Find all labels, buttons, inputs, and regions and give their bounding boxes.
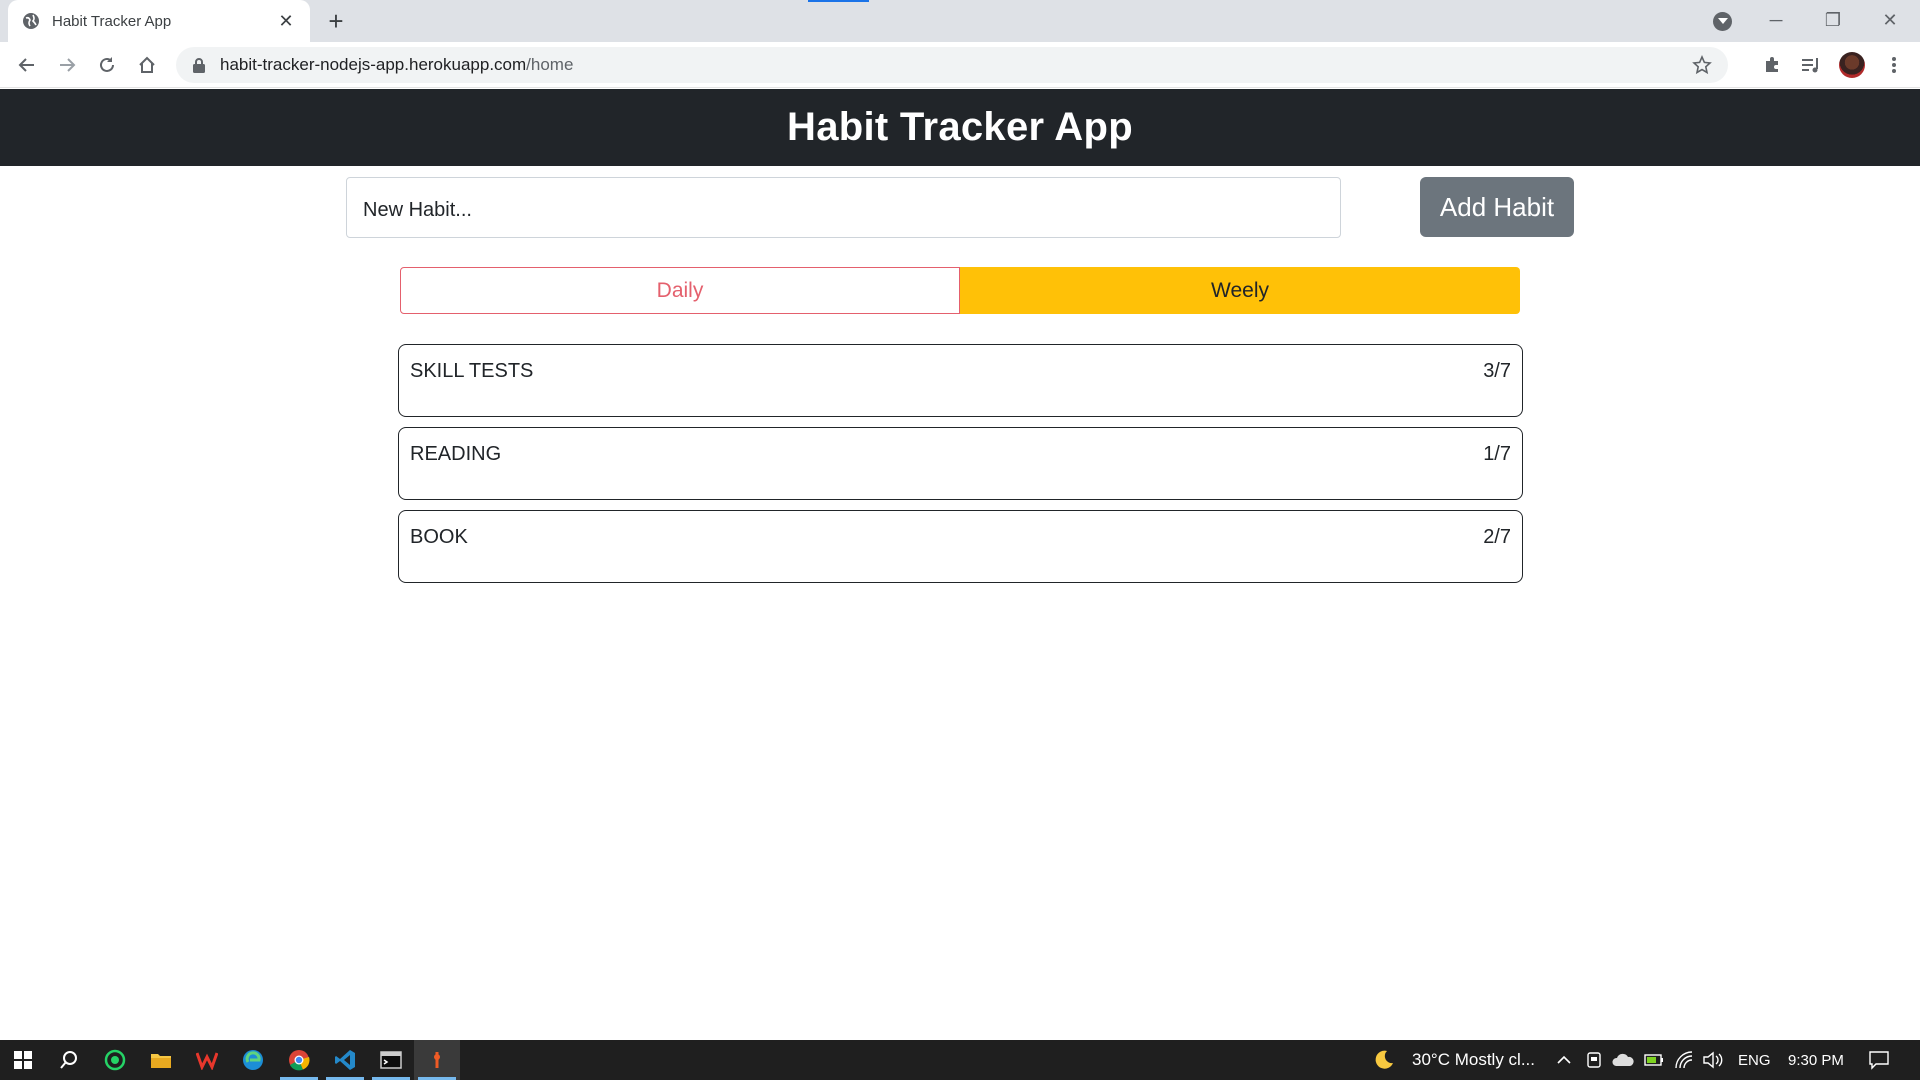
add-habit-button[interactable]: Add Habit (1420, 177, 1574, 237)
volume-icon[interactable] (1702, 1051, 1724, 1069)
media-control-button[interactable] (1797, 51, 1825, 79)
taskbar-whatsapp[interactable] (92, 1040, 138, 1080)
arrow-left-icon (18, 58, 34, 72)
home-icon (139, 56, 155, 73)
weather-text[interactable]: 30°C Mostly cl... (1412, 1050, 1535, 1070)
meet-now-icon[interactable] (1586, 1051, 1602, 1069)
edge-icon (243, 1050, 263, 1070)
habit-name: READING (410, 443, 502, 465)
habit-count: 3/7 (1483, 360, 1511, 382)
playlist-music-icon (1802, 58, 1818, 73)
new-tab-button[interactable]: + (322, 7, 350, 35)
notification-center-icon[interactable] (1868, 1050, 1890, 1070)
reload-button[interactable] (93, 51, 121, 79)
whatsapp-icon (104, 1049, 126, 1071)
extensions-button[interactable] (1758, 51, 1786, 79)
weather-moon-icon (1375, 1050, 1393, 1069)
taskbar-terminal[interactable] (368, 1040, 414, 1080)
url-host: habit-tracker-nodejs-app.herokuapp.com (220, 55, 527, 74)
habit-name: BOOK (410, 526, 468, 548)
windows-start-icon (14, 1051, 32, 1069)
browser-tab[interactable]: Habit Tracker App ✕ (8, 0, 310, 42)
wifi-icon[interactable] (1674, 1050, 1694, 1070)
taskbar-search-button[interactable] (46, 1040, 92, 1080)
habit-list: SKILL TESTS 3/7 READING 1/7 BOOK 2/7 (398, 344, 1523, 593)
minimize-button[interactable]: ─ (1756, 6, 1796, 34)
forward-button[interactable] (53, 51, 81, 79)
onedrive-icon[interactable] (1612, 1051, 1634, 1069)
address-bar[interactable]: habit-tracker-nodejs-app.herokuapp.com/h… (176, 47, 1728, 83)
habit-card[interactable]: READING 1/7 (398, 427, 1523, 500)
chrome-icon (289, 1050, 310, 1071)
url-path: /home (526, 55, 574, 74)
wps-office-icon (196, 1052, 218, 1070)
taskbar-wps-office[interactable] (184, 1040, 230, 1080)
weekly-toggle-button[interactable]: Weely (960, 267, 1520, 314)
app-header: Habit Tracker App (0, 89, 1920, 166)
taskbar-postman[interactable] (414, 1040, 460, 1080)
habit-name: SKILL TESTS (410, 360, 534, 382)
start-button[interactable] (0, 1040, 46, 1080)
restore-button[interactable]: ❐ (1813, 6, 1853, 34)
browser-toolbar: habit-tracker-nodejs-app.herokuapp.com/h… (0, 42, 1920, 88)
kebab-menu-icon (1892, 57, 1896, 73)
file-explorer-icon (151, 1054, 171, 1068)
habit-count: 1/7 (1483, 443, 1511, 465)
globe-icon (23, 13, 39, 29)
tab-close-icon[interactable]: ✕ (276, 11, 296, 32)
habit-card[interactable]: BOOK 2/7 (398, 510, 1523, 583)
postman-icon (427, 1050, 447, 1070)
taskbar-file-explorer[interactable] (138, 1040, 184, 1080)
tab-title: Habit Tracker App (52, 12, 172, 30)
clock[interactable]: 9:30 PM (1788, 1052, 1844, 1069)
profile-avatar[interactable] (1839, 52, 1865, 78)
tab-loading-indicator (808, 0, 869, 2)
chevron-down-icon (1717, 18, 1728, 24)
browser-tab-strip: Habit Tracker App ✕ + ─ ❐ ✕ (0, 0, 1920, 42)
arrow-right-icon (60, 58, 76, 72)
taskbar-edge[interactable] (230, 1040, 276, 1080)
battery-icon[interactable] (1644, 1052, 1664, 1068)
search-icon (60, 1051, 77, 1069)
tab-search-button[interactable] (1713, 12, 1732, 31)
browser-menu-button[interactable] (1880, 51, 1908, 79)
bookmark-star-icon[interactable] (1692, 55, 1712, 75)
language-indicator[interactable]: ENG (1738, 1052, 1771, 1069)
terminal-icon (380, 1051, 402, 1069)
back-button[interactable] (13, 51, 41, 79)
taskbar: 30°C Mostly cl... ENG 9:30 PM (0, 1040, 1920, 1080)
habit-card[interactable]: SKILL TESTS 3/7 (398, 344, 1523, 417)
habit-count: 2/7 (1483, 526, 1511, 548)
chevron-up-icon[interactable] (1556, 1052, 1572, 1068)
vscode-icon (335, 1050, 355, 1070)
puzzle-icon (1766, 57, 1778, 72)
taskbar-chrome[interactable] (276, 1040, 322, 1080)
lock-icon (193, 58, 205, 73)
close-window-button[interactable]: ✕ (1870, 6, 1910, 34)
app-title: Habit Tracker App (787, 105, 1133, 149)
reload-icon (100, 57, 114, 72)
new-habit-input[interactable] (346, 177, 1341, 238)
home-button[interactable] (133, 51, 161, 79)
daily-toggle-button[interactable]: Daily (400, 267, 960, 314)
taskbar-vscode[interactable] (322, 1040, 368, 1080)
